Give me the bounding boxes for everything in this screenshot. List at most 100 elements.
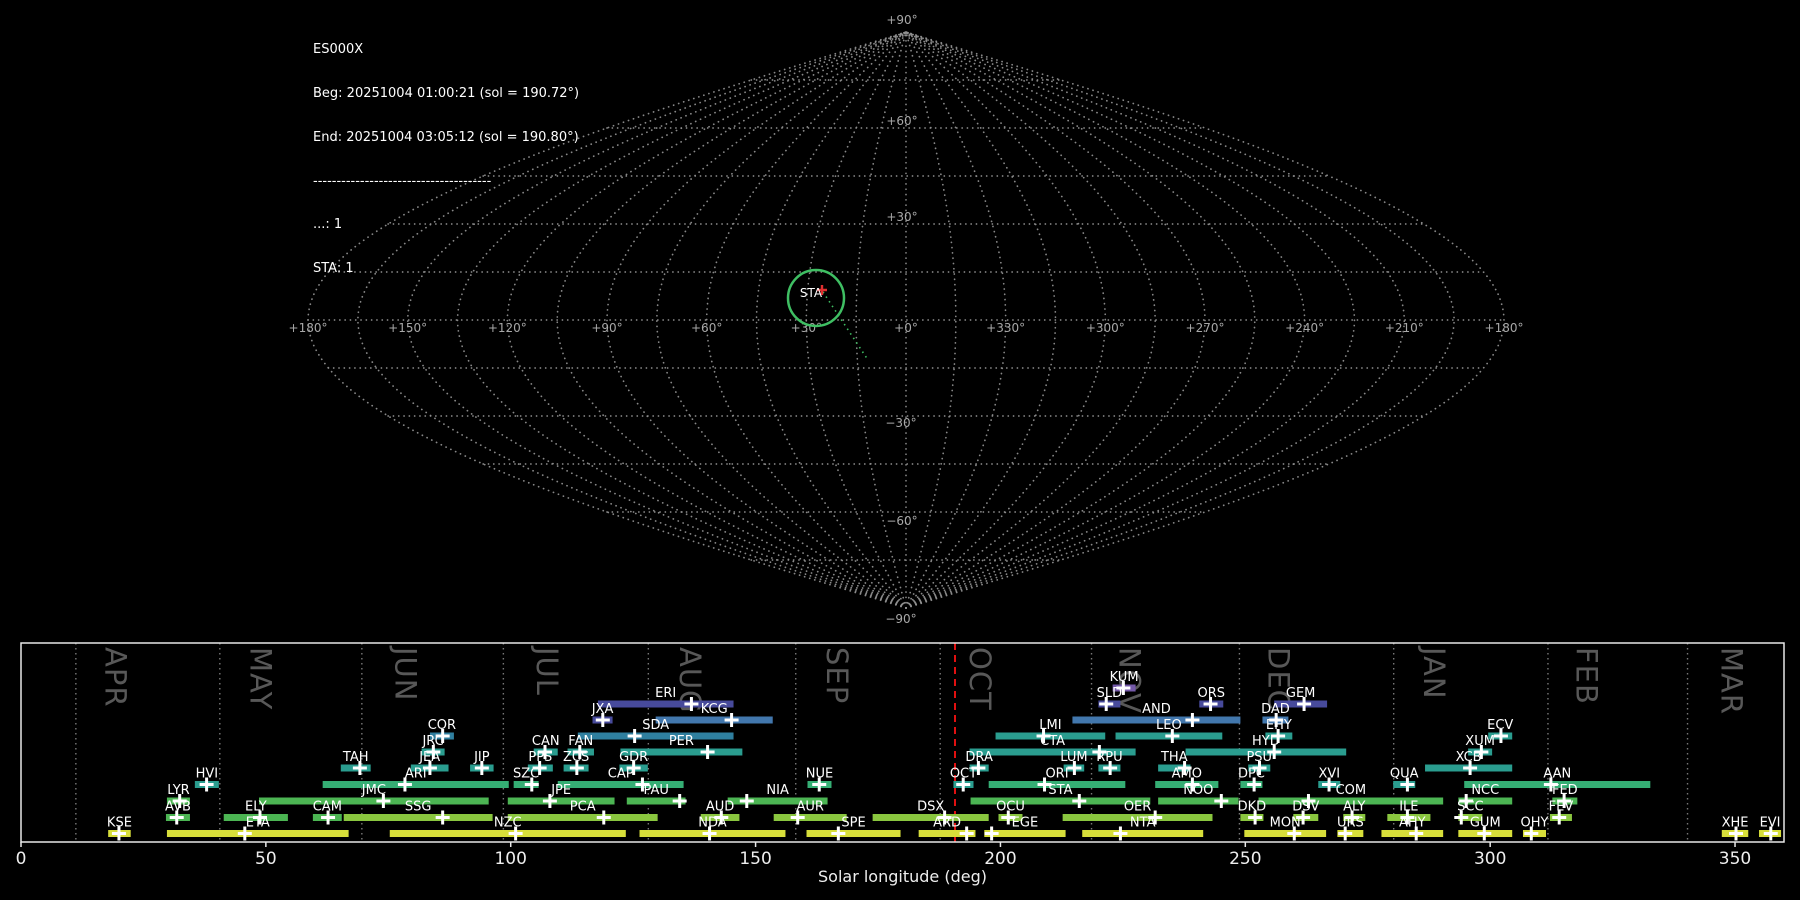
shower-label-OCU: OCU [996,800,1025,815]
plot-border [20,642,1785,843]
shower-label-AUR: AUR [796,800,823,815]
shower-label-ETA: ETA [246,816,270,831]
lon-label-+60°: +60° [691,321,722,335]
shower-label-CAP: CAP [608,767,634,782]
x-tick-label-200: 200 [984,849,1016,869]
shower-label-SDA: SDA [642,718,669,733]
shower-label-SZC: SZC [513,767,539,782]
shower-label-MON: MON [1270,816,1301,831]
shower-bar-JPE [507,797,615,805]
grid-meridian-105 [905,31,1256,609]
lon-label-+180°: +180° [289,321,328,335]
x-tick-label-100: 100 [494,849,526,869]
shower-label-CTA: CTA [1040,734,1065,749]
sporadic-count: ...: 1 [313,217,343,233]
lon-label-+330°: +330° [986,321,1025,335]
shower-label-EGE: EGE [1012,816,1039,831]
shower-label-GEM: GEM [1286,686,1316,701]
shower-label-NDA: NDA [698,816,727,831]
shower-label-ORI: ORI [1045,767,1068,782]
shower-label-AHY: AHY [1399,816,1426,831]
shower-bar-KCG [655,716,773,724]
shower-bar-JMC [259,797,489,805]
begin-time: Beg: 20251004 01:00:21 (sol = 190.72°) [313,85,580,101]
lat-label-+60°: +60° [886,114,917,128]
shower-peak-PAU [672,794,687,808]
shower-label-ALY: ALY [1343,800,1365,815]
shower-label-DSX: DSX [917,800,944,815]
shower-label-DPC: DPC [1238,767,1265,782]
shower-peak-STA [1072,794,1087,808]
shower-label-LEO: LEO [1156,718,1182,733]
shower-bar-NZC [389,830,626,837]
lon-label-+150°: +150° [388,321,427,335]
station-id: ES000X [313,42,364,58]
shower-bar-SSG [343,814,493,821]
shower-label-SLD: SLD [1097,686,1123,701]
shower-label-SPE: SPE [841,816,865,831]
shower-peak-ARD [959,826,974,841]
x-tick-label-50: 50 [255,849,277,869]
lon-label-+90°: +90° [591,321,622,335]
shower-label-TAH: TAH [342,750,369,765]
shower-label-OHY: OHY [1521,816,1549,831]
separator: -------------------------------------- [313,173,492,189]
shower-label-AND: AND [1142,702,1171,717]
observation-header: ES000X Beg: 20251004 01:00:21 (sol = 190… [313,14,579,291]
grid-meridian-165 [905,31,1456,609]
shower-peak-PCA [596,810,611,825]
lon-label-+300°: +300° [1086,321,1125,335]
shower-label-ELY: ELY [245,800,267,815]
lon-label-+210°: +210° [1385,321,1424,335]
x-tick-label-300: 300 [1474,849,1506,869]
month-label-JUN: JUN [388,645,422,701]
lat-label-−30°: −30° [885,416,916,430]
shower-label-PCA: PCA [570,800,596,815]
lon-label-+0°: +0° [894,321,918,335]
month-label-APR: APR [98,647,132,707]
end-time: End: 20251004 03:05:12 (sol = 190.80°) [313,129,579,145]
month-label-OCT: OCT [963,647,997,711]
x-tick-label-350: 350 [1719,849,1751,869]
x-tick-label-150: 150 [739,849,771,869]
shower-peak-PER [700,745,715,759]
shower-peak-NTA [1113,826,1128,841]
shower-bar-SPE [806,830,901,837]
shower-label-FEV: FEV [1549,800,1574,815]
shower-label-NCC: NCC [1471,783,1499,798]
lon-label-+180°: +180° [1485,321,1524,335]
shower-bar-PCA [507,814,658,821]
month-label-MAY: MAY [243,647,277,710]
lon-label-+240°: +240° [1285,321,1324,335]
month-label-SEP: SEP [820,647,854,704]
shower-label-URS: URS [1337,816,1364,831]
shower-peak-SSG [435,810,450,825]
shower-label-SSG: SSG [405,800,432,815]
lon-label-+120°: +120° [488,321,527,335]
sta-radiant-label: STA [800,286,823,300]
month-label-MAR: MAR [1715,647,1749,715]
lon-label-+270°: +270° [1186,321,1225,335]
shower-label-ARI: ARI [405,767,427,782]
lat-label-−90°: −90° [885,612,916,626]
x-axis-title: Solar longitude (deg) [818,867,987,886]
lat-label-−60°: −60° [886,514,917,528]
shower-label-COM: COM [1336,783,1367,798]
radiant-drift-track [822,291,869,361]
shower-peak-AND [1185,713,1200,727]
shower-bar-DSX [872,814,989,821]
sky-map: +90° +60° +30° −30° −60° −90° +180° +150° +120° +… [289,13,1524,626]
shower-bar-SDA [577,732,734,740]
shower-label-DKD: DKD [1238,800,1267,815]
month-label-FEB: FEB [1570,647,1604,705]
shower-bar-MON [1244,830,1327,837]
shower-label-OER: OER [1124,800,1151,815]
shower-label-DSV: DSV [1292,800,1319,815]
shower-label-PER: PER [669,734,694,749]
shower-label-JPE: JPE [550,783,571,798]
shower-label-STA: STA [1048,783,1072,798]
grid-meridian-30 [905,31,1007,609]
shower-label-ERI: ERI [655,686,676,701]
shower-label-ARD: ARD [933,816,961,831]
meteor-activity-screen: { "header": { "station": "ES000X", "line… [0,0,1800,900]
